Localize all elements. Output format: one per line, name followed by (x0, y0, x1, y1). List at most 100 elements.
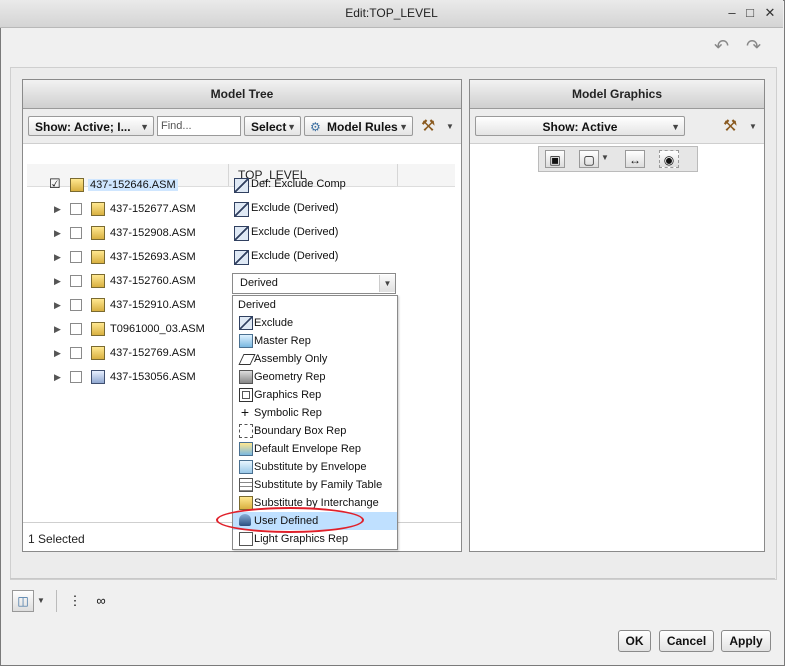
option-default-envelope-rep[interactable]: Default Envelope Rep (233, 440, 397, 458)
family-table-icon (239, 478, 253, 492)
expand-arrow-icon[interactable]: ▶ (54, 252, 61, 263)
assembly-icon (91, 298, 105, 312)
graphics-show-dropdown[interactable]: Show: Active ▼ (475, 116, 685, 136)
option-master-rep[interactable]: Master Rep (233, 332, 397, 350)
component-name: 437-152908.ASM (110, 227, 196, 239)
assembly-icon (91, 226, 105, 240)
component-name: 437-153056.ASM (110, 371, 196, 383)
tools-icon[interactable]: ⚒ (723, 116, 737, 136)
tree-row[interactable]: ▶ 437-152677.ASM Exclude (Derived) (23, 200, 461, 224)
checkbox[interactable] (70, 227, 82, 239)
select-dropdown[interactable]: Select ▼ (244, 116, 301, 136)
component-name: 437-152910.ASM (110, 299, 196, 311)
minimize-button[interactable]: – (724, 5, 740, 21)
tree-row[interactable]: ▶ 437-152908.ASM Exclude (Derived) (23, 224, 461, 248)
option-label: Geometry Rep (254, 371, 326, 383)
assembly-icon (91, 322, 105, 336)
option-label: Assembly Only (254, 353, 328, 365)
glasses-icon[interactable]: ∞ (90, 590, 112, 612)
tree-icon[interactable]: ⋮ (64, 590, 86, 612)
expand-arrow-icon[interactable]: ▶ (54, 348, 61, 359)
option-graphics-rep[interactable]: Graphics Rep (233, 386, 397, 404)
layout-icon[interactable]: ◫ (12, 590, 34, 612)
chevron-down-icon[interactable]: ▼ (601, 153, 609, 162)
rep-value[interactable]: Exclude (Derived) (251, 250, 338, 262)
expand-arrow-icon[interactable]: ▶ (54, 228, 61, 239)
apply-button[interactable]: Apply (721, 630, 771, 652)
rep-value[interactable]: Exclude (Derived) (251, 202, 338, 214)
expand-arrow-icon[interactable]: ▶ (54, 204, 61, 215)
undo-icon[interactable]: ↶ (714, 36, 729, 57)
exclude-icon (234, 226, 249, 241)
ok-button[interactable]: OK (618, 630, 651, 652)
tools-chevron-icon[interactable]: ▼ (446, 122, 454, 131)
tools-chevron-icon[interactable]: ▼ (749, 122, 757, 131)
model-rules-label: Model Rules (327, 120, 398, 134)
option-label: Default Envelope Rep (254, 443, 362, 455)
show-dropdown-label: Show: Active; I... (35, 120, 131, 134)
checkbox[interactable] (70, 275, 82, 287)
geometry-rep-icon (239, 370, 253, 384)
checkbox[interactable] (70, 299, 82, 311)
symbolic-rep-icon: + (240, 404, 250, 420)
option-boundary-box-rep[interactable]: Boundary Box Rep (233, 422, 397, 440)
tree-row[interactable]: ☑ 437-152646.ASM Def: Exclude Comp (23, 176, 461, 200)
graphics-show-label: Show: Active (542, 120, 618, 134)
find-input[interactable]: Find... (157, 116, 241, 136)
option-assembly-only[interactable]: Assembly Only (233, 350, 397, 368)
option-light-graphics-rep[interactable]: Light Graphics Rep (233, 530, 397, 548)
visibility-icon[interactable]: ◉ (659, 150, 679, 168)
select-dropdown-label: Select (251, 120, 287, 134)
separator (56, 590, 57, 612)
component-name: 437-152769.ASM (110, 347, 196, 359)
boundary-box-icon (239, 424, 253, 438)
rep-value[interactable]: Exclude (Derived) (251, 226, 338, 238)
rules-icon: ⚙ (310, 120, 321, 134)
exclude-icon (234, 202, 249, 217)
option-exclude[interactable]: Exclude (233, 314, 397, 332)
chevron-down-icon[interactable]: ▼ (37, 596, 45, 605)
rep-value[interactable]: Def: Exclude Comp (251, 178, 346, 190)
display-style-icon[interactable]: ▢ (579, 150, 599, 168)
close-button[interactable]: ✕ (762, 5, 778, 21)
show-dropdown[interactable]: Show: Active; I... ▼ (28, 116, 154, 136)
tools-icon[interactable]: ⚒ (421, 116, 435, 136)
rep-dropdown[interactable]: Derived ▼ (232, 273, 396, 294)
tree-row[interactable]: ▶ 437-152693.ASM Exclude (Derived) (23, 248, 461, 272)
option-geometry-rep[interactable]: Geometry Rep (233, 368, 397, 386)
checkbox[interactable] (70, 203, 82, 215)
assembly-icon (91, 202, 105, 216)
assembly-icon (70, 178, 84, 192)
chevron-down-icon: ▼ (671, 122, 680, 132)
model-rules-button[interactable]: ⚙ Model Rules ▼ (304, 116, 413, 136)
chevron-down-icon[interactable]: ▼ (379, 275, 395, 292)
exclude-icon (234, 250, 249, 265)
option-label: Derived (238, 299, 276, 311)
expand-arrow-icon[interactable]: ▶ (54, 300, 61, 311)
window-title: Edit:TOP_LEVEL (345, 6, 438, 20)
option-derived[interactable]: Derived (233, 296, 397, 314)
maximize-button[interactable]: □ (742, 5, 758, 21)
option-label: Symbolic Rep (254, 407, 322, 419)
option-substitute-by-family-table[interactable]: Substitute by Family Table (233, 476, 397, 494)
expand-arrow-icon[interactable]: ▶ (54, 372, 61, 383)
option-substitute-by-envelope[interactable]: Substitute by Envelope (233, 458, 397, 476)
cancel-button[interactable]: Cancel (659, 630, 714, 652)
saved-views-icon[interactable]: ▣ (545, 150, 565, 168)
expand-arrow-icon[interactable]: ▶ (54, 276, 61, 287)
checkbox[interactable] (70, 251, 82, 263)
checkbox[interactable] (70, 347, 82, 359)
assembly-only-icon (238, 354, 256, 365)
model-graphics-panel: Model Graphics Show: Active ▼ ⚒ ▼ ▣ ▢ ▼ … (469, 79, 765, 552)
selection-count: 1 Selected (28, 532, 85, 546)
view-toolbar: ▣ ▢ ▼ ↔ ◉ (538, 146, 698, 172)
checkbox[interactable] (70, 323, 82, 335)
checkbox-checked[interactable]: ☑ (49, 176, 61, 192)
redo-icon[interactable]: ↷ (746, 36, 761, 57)
light-graphics-icon (239, 532, 253, 546)
model-tree-title: Model Tree (23, 80, 461, 109)
checkbox[interactable] (70, 371, 82, 383)
pan-icon[interactable]: ↔ (625, 150, 645, 168)
option-symbolic-rep[interactable]: + Symbolic Rep (233, 404, 397, 422)
expand-arrow-icon[interactable]: ▶ (54, 324, 61, 335)
